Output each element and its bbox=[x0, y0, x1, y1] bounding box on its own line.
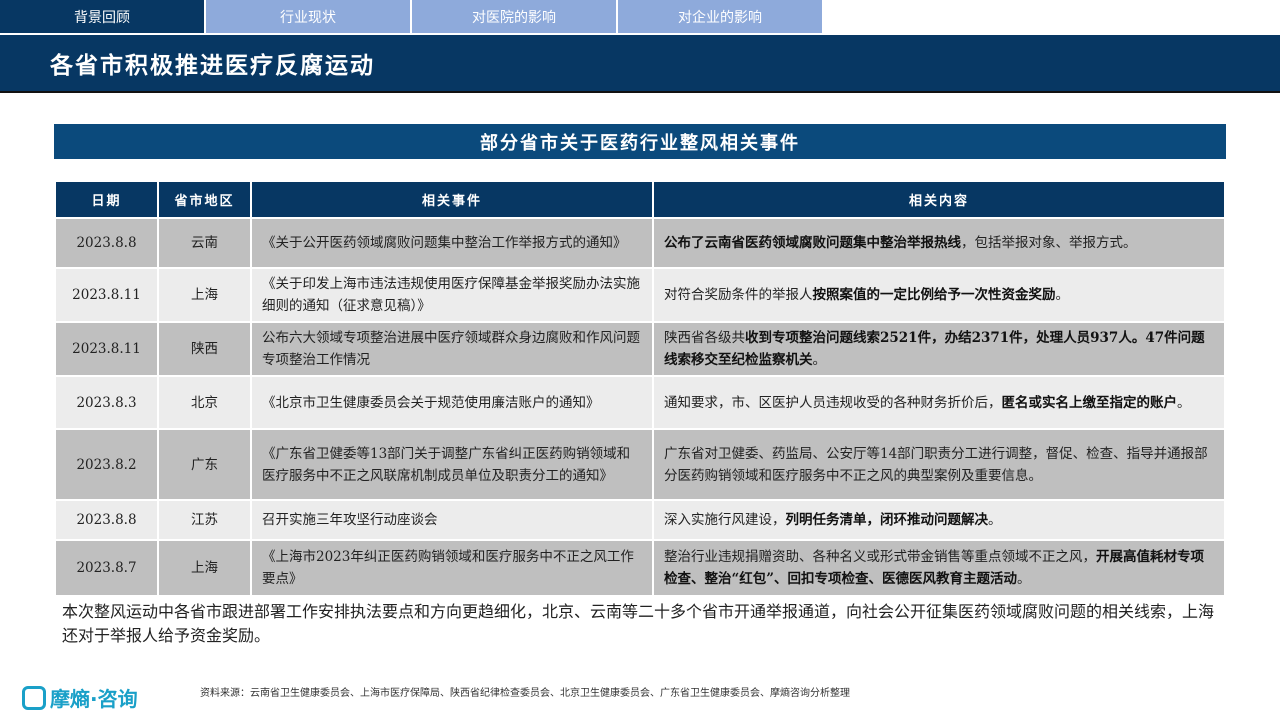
content-highlight: 匿名或实名上缴至指定的账户 bbox=[1001, 394, 1178, 411]
event-cell: 《北京市卫生健康委员会关于规范使用廉洁账户的通知》 bbox=[250, 375, 654, 430]
source-note: 资料来源：云南省卫生健康委员会、上海市医疗保障局、陕西省纪律检查委员会、北京卫生… bbox=[200, 688, 850, 699]
table-title: 部分省市关于医药行业整风相关事件 bbox=[54, 124, 1226, 159]
content-text: 。 bbox=[1017, 571, 1031, 587]
table-row: 2023.8.2 广东 《广东省卫健委等13部门关于调整广东省纠正医药购销领域和医疗… bbox=[54, 428, 1226, 501]
content-cell: 广东省对卫健委、药监局、公安厅等14部门职责分工进行调整，督促、检查、指导并通报… bbox=[652, 428, 1226, 501]
content-text: 通知要求，市、区医护人员违规收受的各种财务折价后， bbox=[664, 394, 1002, 411]
table-row: 2023.8.7 上海 《上海市2023年纠正医药购销领域和医疗服务中不正之风工作要… bbox=[54, 539, 1226, 597]
tab-hospital-impact[interactable]: 对医院的影响 bbox=[412, 0, 618, 33]
content-cell: 公布了云南省医药领域腐败问题集中整治举报热线，包括举报对象、举报方式。 bbox=[652, 217, 1226, 269]
region-cell: 广东 bbox=[157, 428, 252, 501]
table-row: 2023.8.11 上海 《关于印发上海市违法违规使用医疗保障基金举报奖励办法实施细… bbox=[54, 267, 1226, 323]
region-cell: 江苏 bbox=[157, 499, 252, 541]
summary-text: 本次整风运动中各省市跟进部署工作安排执法要点和方向更趋细化，北京、云南等二十多个… bbox=[62, 602, 1215, 645]
date-cell: 2023.8.7 bbox=[54, 539, 159, 597]
section-tabs: 背景回顾 行业现状 对医院的影响 对企业的影响 bbox=[0, 0, 824, 34]
content-highlight: 公布了云南省医药领域腐败问题集中整治举报热线 bbox=[664, 235, 961, 251]
content-text: ，包括举报对象、举报方式。 bbox=[961, 235, 1137, 251]
event-cell: 公布六大领域专项整治进展中医疗领域群众身边腐败和作风问题专项整治工作情况 bbox=[250, 321, 654, 377]
content-cell: 陕西省各级共收到专项整治问题线索2521件，办结2371件，处理人员937人。4… bbox=[652, 321, 1226, 377]
region-cell: 上海 bbox=[157, 539, 252, 597]
content-text: 。 bbox=[812, 352, 827, 368]
content-highlight: 收到专项整治问题线索2521件，办结2371件，处理人员937人。47件问题线索… bbox=[664, 330, 1205, 368]
date-cell: 2023.8.8 bbox=[54, 217, 159, 269]
content-cell: 通知要求，市、区医护人员违规收受的各种财务折价后，匿名或实名上缴至指定的账户。 bbox=[652, 375, 1226, 430]
page-title: 各省市积极推进医疗反腐运动 bbox=[0, 35, 1280, 93]
content-text: 整治行业违规捐赠资助、各种名义或形式带金销售等重点领域不正之风， bbox=[664, 549, 1096, 565]
event-cell: 《关于公开医药领域腐败问题集中整治工作举报方式的通知》 bbox=[250, 217, 654, 269]
event-cell: 《广东省卫健委等13部门关于调整广东省纠正医药购销领域和医疗服务中不正之风联席机… bbox=[250, 428, 654, 501]
table-row: 2023.8.11 陕西 公布六大领域专项整治进展中医疗领域群众身边腐败和作风问题专… bbox=[54, 321, 1226, 377]
content-text: 。 bbox=[988, 512, 1002, 528]
date-cell: 2023.8.8 bbox=[54, 499, 159, 541]
tab-industry-status[interactable]: 行业现状 bbox=[206, 0, 412, 33]
content-highlight: 列明任务清单，闭环推动问题解决 bbox=[785, 512, 989, 528]
content-highlight: 按照案值的一定比例给予一次性资金奖励 bbox=[812, 287, 1056, 303]
date-cell: 2023.8.2 bbox=[54, 428, 159, 501]
date-cell: 2023.8.11 bbox=[54, 267, 159, 323]
tab-background[interactable]: 背景回顾 bbox=[0, 0, 206, 33]
tab-enterprise-impact[interactable]: 对企业的影响 bbox=[618, 0, 824, 33]
table-row: 2023.8.3 北京 《北京市卫生健康委员会关于规范使用廉洁账户的通知》 通知要求，… bbox=[54, 375, 1226, 430]
logo-icon bbox=[22, 685, 46, 710]
content-cell: 深入实施行风建设，列明任务清单，闭环推动问题解决。 bbox=[652, 499, 1226, 541]
region-cell: 北京 bbox=[157, 375, 252, 430]
region-cell: 云南 bbox=[157, 217, 252, 269]
event-cell: 《关于印发上海市违法违规使用医疗保障基金举报奖励办法实施细则的通知（征求意见稿）… bbox=[250, 267, 654, 323]
header-date: 日期 bbox=[54, 180, 159, 219]
logo: 摩熵·咨询 bbox=[22, 683, 138, 712]
content-text: 。 bbox=[1055, 287, 1070, 303]
region-cell: 上海 bbox=[157, 267, 252, 323]
event-cell: 召开实施三年攻坚行动座谈会 bbox=[250, 499, 654, 541]
date-cell: 2023.8.11 bbox=[54, 321, 159, 377]
header-event: 相关事件 bbox=[250, 180, 654, 219]
content-text: 深入实施行风建设， bbox=[664, 512, 786, 528]
content-text: 陕西省各级共 bbox=[664, 330, 745, 346]
region-cell: 陕西 bbox=[157, 321, 252, 377]
table-row: 2023.8.8 江苏 召开实施三年攻坚行动座谈会 深入实施行风建设，列明任务清单，闭… bbox=[54, 499, 1226, 541]
date-cell: 2023.8.3 bbox=[54, 375, 159, 430]
event-cell: 《上海市2023年纠正医药购销领域和医疗服务中不正之风工作要点》 bbox=[250, 539, 654, 597]
header-content: 相关内容 bbox=[652, 180, 1226, 219]
content-cell: 对符合奖励条件的举报人按照案值的一定比例给予一次性资金奖励。 bbox=[652, 267, 1226, 323]
content-text: 广东省对卫健委、药监局、公安厅等14部门职责分工进行调整，督促、检查、指导并通报… bbox=[664, 445, 1208, 484]
content-text: 。 bbox=[1177, 394, 1191, 411]
table-row: 2023.8.8 云南 《关于公开医药领域腐败问题集中整治工作举报方式的通知》 公布了… bbox=[54, 217, 1226, 269]
logo-text: 摩熵·咨询 bbox=[50, 687, 138, 711]
content-text: 对符合奖励条件的举报人 bbox=[664, 287, 813, 303]
header-region: 省市地区 bbox=[157, 180, 252, 219]
content-cell: 整治行业违规捐赠资助、各种名义或形式带金销售等重点领域不正之风，开展高值耗材专项… bbox=[652, 539, 1226, 597]
events-table: 日期 省市地区 相关事件 相关内容 2023.8.8 云南 《关于公开医药领域腐败问… bbox=[54, 180, 1226, 597]
